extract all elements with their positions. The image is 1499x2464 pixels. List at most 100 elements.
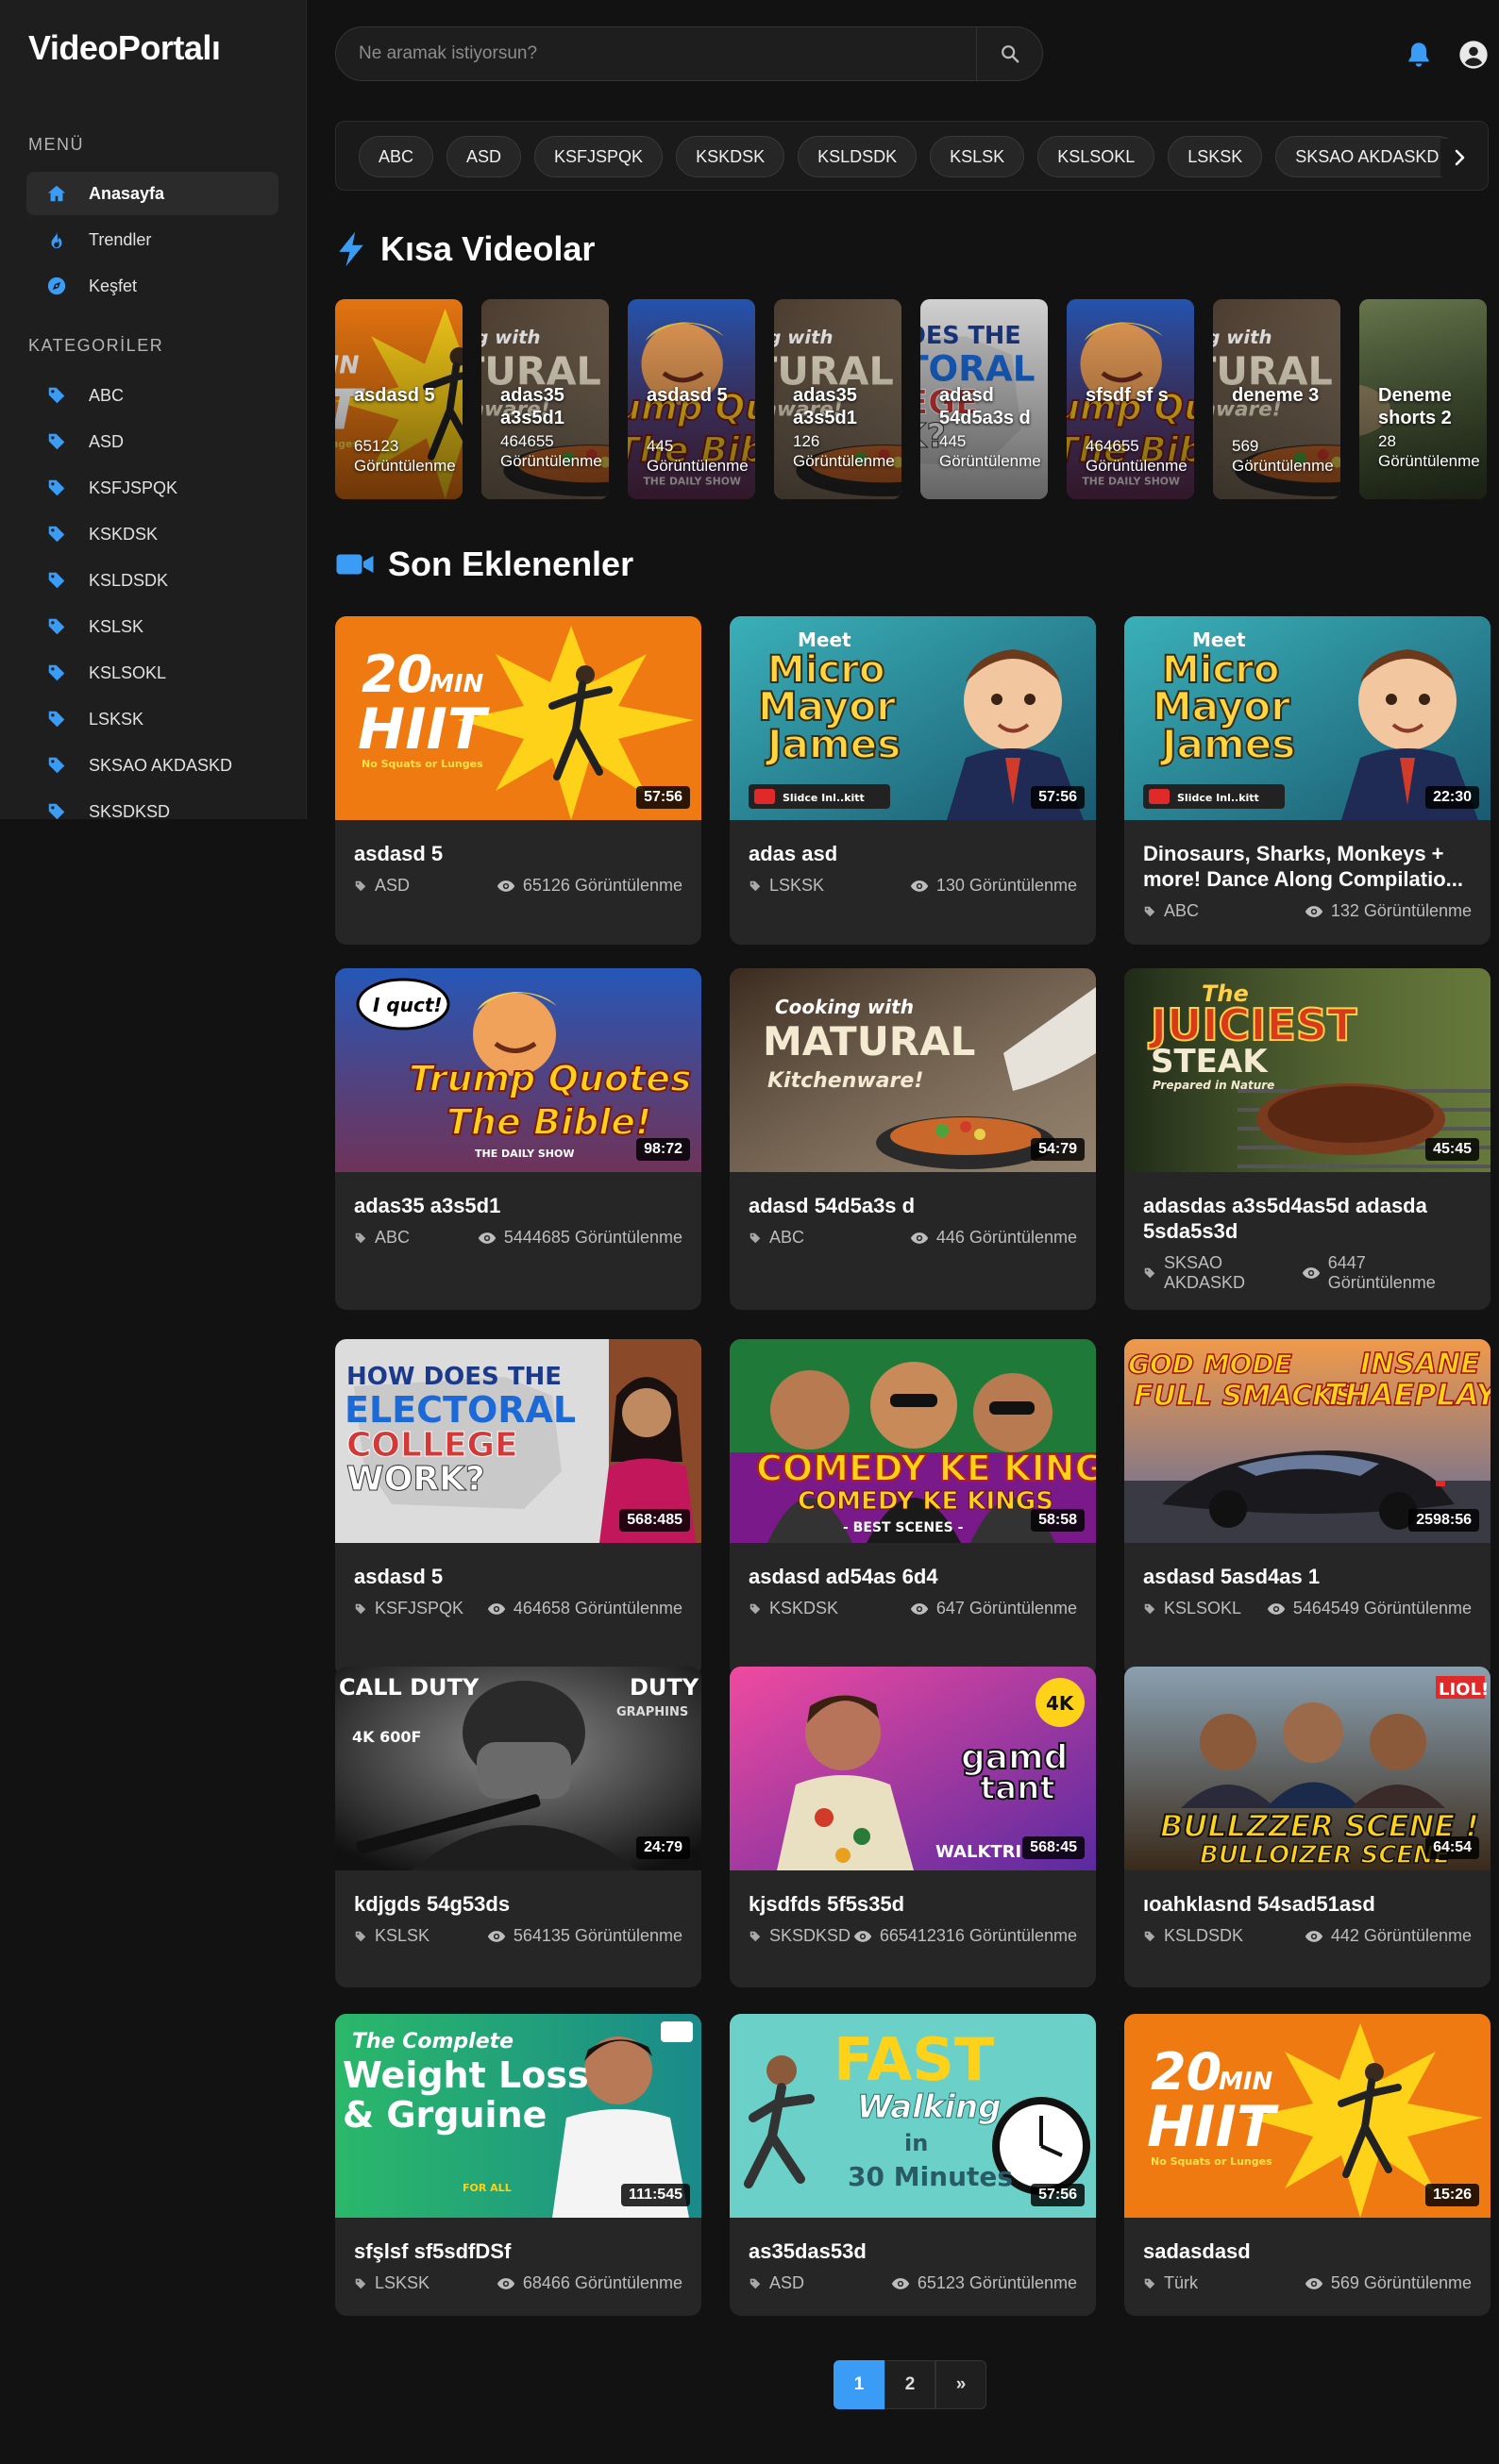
video-thumbnail[interactable]: Meet Micro Mayor James Slidce Inl..kitt 2… <box>1124 616 1491 820</box>
video-category[interactable]: ASD <box>749 2273 804 2293</box>
video-title[interactable]: kdjgds 54g53ds <box>354 1891 682 1917</box>
video-views: 446 Görüntülenme <box>910 1228 1077 1248</box>
video-title[interactable]: asdasd 5asd4as 1 <box>1143 1564 1472 1589</box>
sidebar-category-3[interactable]: KSKDSK <box>26 512 278 556</box>
user-avatar-icon[interactable] <box>1458 40 1489 70</box>
sidebar-category-7[interactable]: LSKSK <box>26 697 278 741</box>
video-title[interactable]: asdasd 5 <box>354 841 682 866</box>
video-card[interactable]: The JUICIEST STEAK Prepared in Nature 45:… <box>1124 968 1491 1310</box>
video-title[interactable]: sadasdasd <box>1143 2238 1472 2264</box>
chip-scroll-right-button[interactable] <box>1440 139 1478 176</box>
sidebar-category-6[interactable]: KSLSOKL <box>26 651 278 695</box>
short-card[interactable]: Cooking with MATURAL Kitchenware!adas35 … <box>481 299 609 499</box>
short-card[interactable]: Cooking with MATURAL Kitchenware!deneme … <box>1213 299 1340 499</box>
short-card[interactable]: I quct! Trump Quotes The Bible! THE DAIL… <box>1067 299 1194 499</box>
video-category[interactable]: KSFJSPQK <box>354 1599 463 1618</box>
video-title[interactable]: adasdas a3s5d4as5d adasda 5sda5s3d <box>1143 1193 1472 1244</box>
video-thumbnail[interactable]: 4K gamd tant WALKTRI 568:45 <box>730 1667 1096 1870</box>
short-card[interactable]: HOW DOES THE ELECTORAL COLLEGE WORK?adas… <box>920 299 1048 499</box>
video-category[interactable]: KSLSK <box>354 1926 429 1946</box>
short-card[interactable]: Cooking with MATURAL Kitchenware!adas35 … <box>774 299 901 499</box>
video-category[interactable]: SKSDKSD <box>749 1926 851 1946</box>
category-chip[interactable]: ABC <box>359 136 434 177</box>
short-card[interactable]: 20 MIN HIIT No Squats or Lungesasdasd 56… <box>335 299 463 499</box>
sidebar-category-9[interactable]: SKSDKSD <box>26 790 278 833</box>
video-thumbnail[interactable]: FAST Walking in 30 Minutes 57:56 <box>730 2014 1096 2218</box>
video-card[interactable]: I quct! Trump Quotes The Bible! THE DAIL… <box>335 968 701 1310</box>
video-thumbnail[interactable]: Cooking with MATURAL Kitchenware! 54:79 <box>730 968 1096 1172</box>
video-thumbnail[interactable]: 20 MIN HIIT No Squats or Lunges 57:56 <box>335 616 701 820</box>
video-thumbnail[interactable]: GOD MODE FULL SMACKS! INSANE THAEPLAY!25… <box>1124 1339 1491 1543</box>
video-card[interactable]: COMEDY KE KINGS COMEDY KE KINGS - BEST S… <box>730 1339 1096 1677</box>
video-thumbnail[interactable]: 20 MIN HIIT No Squats or Lunges 15:26 <box>1124 2014 1491 2218</box>
sidebar-category-1[interactable]: ASD <box>26 420 278 463</box>
video-category[interactable]: ASD <box>354 876 410 896</box>
short-card[interactable]: I quct! Trump Quotes The Bible! THE DAIL… <box>628 299 755 499</box>
video-category[interactable]: Türk <box>1143 2273 1198 2293</box>
video-category[interactable]: LSKSK <box>354 2273 429 2293</box>
sidebar-category-8[interactable]: SKSAO AKDASKD <box>26 744 278 787</box>
video-title[interactable]: asdasd 5 <box>354 1564 682 1589</box>
video-card[interactable]: LIOL! BULLZZER SCENE ! BULLOIZER SCENE 64… <box>1124 1667 1491 1987</box>
video-category[interactable]: ABC <box>354 1228 410 1248</box>
video-card[interactable]: CALL DUTY DUTY GRAPHINS 4K 600F 24:79 kdjg… <box>335 1667 701 1987</box>
video-title[interactable]: adas asd <box>749 841 1077 866</box>
category-chip[interactable]: ASD <box>446 136 522 177</box>
video-title[interactable]: kjsdfds 5f5s35d <box>749 1891 1077 1917</box>
sidebar-category-4[interactable]: KSLDSDK <box>26 559 278 602</box>
video-card[interactable]: Meet Micro Mayor James Slidce Inl..kitt 5… <box>730 616 1096 945</box>
sidebar-item-0[interactable]: Anasayfa <box>26 172 278 215</box>
category-chip[interactable]: SKSAO AKDASKD <box>1275 136 1459 177</box>
video-category[interactable]: ABC <box>1143 901 1199 921</box>
video-card[interactable]: FAST Walking in 30 Minutes 57:56 as35das53… <box>730 2014 1096 2316</box>
short-card[interactable]: Deneme shorts 2 28 Görüntülenme <box>1359 299 1487 499</box>
sidebar-item-1[interactable]: Trendler <box>26 218 278 261</box>
category-chip[interactable]: KSFJSPQK <box>534 136 664 177</box>
video-title[interactable]: sfşlsf sf5sdfDSf <box>354 2238 682 2264</box>
video-title[interactable]: adasd 54d5a3s d <box>749 1193 1077 1218</box>
video-card[interactable]: 4K gamd tant WALKTRI 568:45 kjsdfds 5f5s35… <box>730 1667 1096 1987</box>
search-button[interactable] <box>976 27 1042 80</box>
bell-icon[interactable] <box>1404 40 1434 70</box>
app-logo[interactable]: VideoPortalı <box>28 28 221 68</box>
video-title[interactable]: Dinosaurs, Sharks, Monkeys + more! Dance… <box>1143 841 1472 892</box>
video-title[interactable]: ıoahklasnd 54sad51asd <box>1143 1891 1472 1917</box>
sidebar-item-2[interactable]: Keşfet <box>26 264 278 308</box>
page-next-button[interactable]: » <box>935 2360 986 2409</box>
video-card[interactable]: Meet Micro Mayor James Slidce Inl..kitt 2… <box>1124 616 1491 945</box>
search-input[interactable] <box>359 27 972 80</box>
category-chip[interactable]: KSLDSDK <box>798 136 918 177</box>
page-button-2[interactable]: 2 <box>884 2360 935 2409</box>
video-thumbnail[interactable]: LIOL! BULLZZER SCENE ! BULLOIZER SCENE 64… <box>1124 1667 1491 1870</box>
video-card[interactable]: HOW DOES THE ELECTORAL COLLEGE WORK? 568:… <box>335 1339 701 1677</box>
sidebar-category-0[interactable]: ABC <box>26 374 278 417</box>
video-card[interactable]: 20 MIN HIIT No Squats or Lunges 15:26 sada… <box>1124 2014 1491 2316</box>
video-thumbnail[interactable]: Meet Micro Mayor James Slidce Inl..kitt 5… <box>730 616 1096 820</box>
video-thumbnail[interactable]: The Complete Weight Loss & Grguine FOR A… <box>335 2014 701 2218</box>
video-title[interactable]: as35das53d <box>749 2238 1077 2264</box>
video-card[interactable]: Cooking with MATURAL Kitchenware! 54:79 ad… <box>730 968 1096 1310</box>
video-category[interactable]: KSLDSDK <box>1143 1926 1243 1946</box>
video-thumbnail[interactable]: The JUICIEST STEAK Prepared in Nature 45:… <box>1124 968 1491 1172</box>
video-title[interactable]: asdasd ad54as 6d4 <box>749 1564 1077 1589</box>
video-thumbnail[interactable]: I quct! Trump Quotes The Bible! THE DAIL… <box>335 968 701 1172</box>
page-button-1[interactable]: 1 <box>834 2360 884 2409</box>
video-thumbnail[interactable]: COMEDY KE KINGS COMEDY KE KINGS - BEST S… <box>730 1339 1096 1543</box>
video-category[interactable]: ABC <box>749 1228 804 1248</box>
video-thumbnail[interactable]: HOW DOES THE ELECTORAL COLLEGE WORK? 568:… <box>335 1339 701 1543</box>
category-chip[interactable]: KSLSK <box>930 136 1025 177</box>
category-chip[interactable]: LSKSK <box>1168 136 1263 177</box>
video-card[interactable]: 20 MIN HIIT No Squats or Lunges 57:56 asda… <box>335 616 701 945</box>
category-chip[interactable]: KSLSOKL <box>1037 136 1155 177</box>
video-title[interactable]: adas35 a3s5d1 <box>354 1193 682 1218</box>
sidebar-category-5[interactable]: KSLSK <box>26 605 278 648</box>
video-card[interactable]: The Complete Weight Loss & Grguine FOR A… <box>335 2014 701 2316</box>
category-chip[interactable]: KSKDSK <box>676 136 785 177</box>
video-category[interactable]: LSKSK <box>749 876 824 896</box>
video-category[interactable]: KSKDSK <box>749 1599 838 1618</box>
video-thumbnail[interactable]: CALL DUTY DUTY GRAPHINS 4K 600F 24:79 <box>335 1667 701 1870</box>
video-card[interactable]: GOD MODE FULL SMACKS! INSANE THAEPLAY!25… <box>1124 1339 1491 1677</box>
video-category[interactable]: SKSAO AKDASKD <box>1143 1253 1302 1293</box>
video-category[interactable]: KSLSOKL <box>1143 1599 1241 1618</box>
sidebar-category-2[interactable]: KSFJSPQK <box>26 466 278 510</box>
